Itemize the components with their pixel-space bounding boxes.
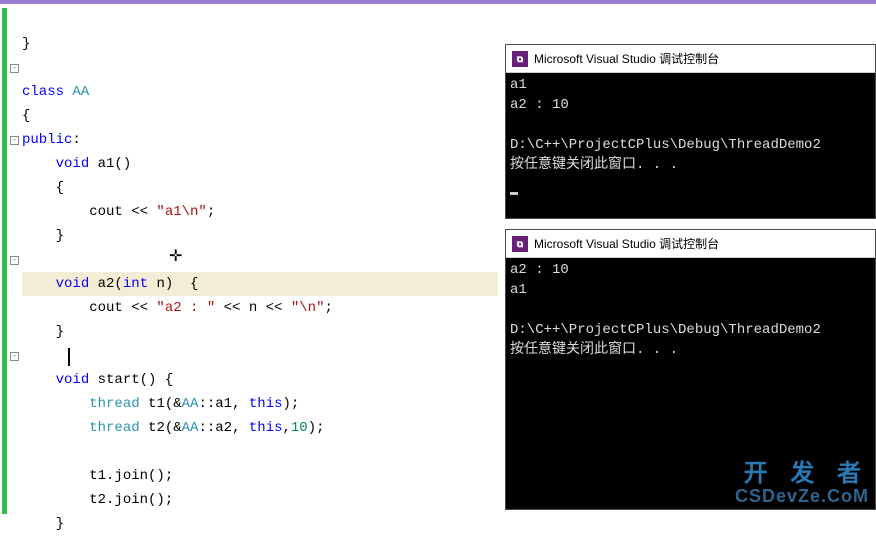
visual-studio-icon: ⧉ xyxy=(512,236,528,252)
console-cursor-icon xyxy=(510,192,518,195)
watermark-text-top: 开 发 者 xyxy=(735,461,869,487)
code-line: { xyxy=(22,180,64,196)
code-content[interactable]: } class AA { public: void a1() { cout <<… xyxy=(22,8,498,560)
fold-toggle[interactable]: - xyxy=(10,256,19,265)
code-line: } xyxy=(22,228,64,244)
code-line: cout << "a2 : " << n << "\n"; xyxy=(22,300,333,316)
editor-gutter: - - - - xyxy=(0,8,22,514)
code-line: class AA xyxy=(22,84,89,100)
debug-console-window-1[interactable]: ⧉ Microsoft Visual Studio 调试控制台 a1 a2 : … xyxy=(505,44,876,219)
code-line: void a1() xyxy=(22,156,131,172)
watermark: 开 发 者 CSDevZe.CoM xyxy=(735,461,869,507)
code-line: thread t2(&AA::a2, this,10); xyxy=(22,420,325,436)
code-line: } xyxy=(22,36,30,52)
fold-toggle[interactable]: - xyxy=(10,352,19,361)
code-line: } xyxy=(22,324,64,340)
console-title-bar[interactable]: ⧉ Microsoft Visual Studio 调试控制台 xyxy=(506,45,875,73)
code-line: t2.join(); xyxy=(22,492,173,508)
code-editor[interactable]: - - - - } class AA { public: void a1() {… xyxy=(0,8,498,514)
code-line: } xyxy=(22,516,64,532)
code-line: { xyxy=(22,108,30,124)
text-caret-icon xyxy=(68,348,70,366)
console-output: a2 : 10 a1 D:\C++\ProjectCPlus\Debug\Thr… xyxy=(506,258,875,362)
console-title-text: Microsoft Visual Studio 调试控制台 xyxy=(534,49,719,69)
fold-toggle[interactable]: - xyxy=(10,136,19,145)
code-line: t1.join(); xyxy=(22,468,173,484)
code-line: thread t1(&AA::a1, this); xyxy=(22,396,299,412)
code-line: void start() { xyxy=(22,372,173,388)
fold-toggle[interactable]: - xyxy=(10,64,19,73)
watermark-text-bottom: CSDevZe.CoM xyxy=(735,487,869,507)
console-output: a1 a2 : 10 D:\C++\ProjectCPlus\Debug\Thr… xyxy=(506,73,875,197)
change-marker xyxy=(2,8,7,514)
console-title-bar[interactable]: ⧉ Microsoft Visual Studio 调试控制台 xyxy=(506,230,875,258)
code-line: void a2(int n) { xyxy=(22,276,198,292)
debug-console-window-2[interactable]: ⧉ Microsoft Visual Studio 调试控制台 a2 : 10 … xyxy=(505,229,876,510)
visual-studio-icon: ⧉ xyxy=(512,51,528,67)
code-line: public: xyxy=(22,132,81,148)
console-title-text: Microsoft Visual Studio 调试控制台 xyxy=(534,234,719,254)
code-line: cout << "a1\n"; xyxy=(22,204,215,220)
